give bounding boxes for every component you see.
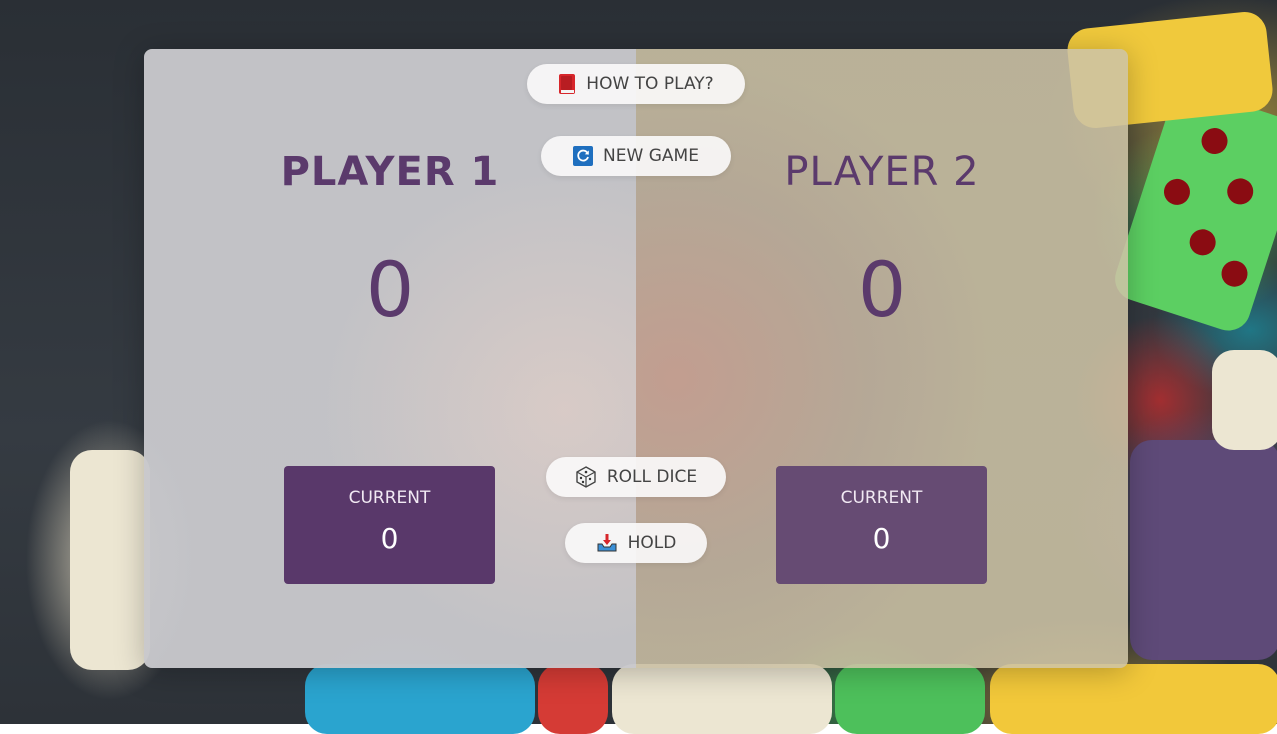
game-board: PLAYER 1 0 CURRENT 0 PLAYER 2 0 CURRENT … — [144, 49, 1128, 668]
new-game-label: NEW GAME — [603, 146, 699, 166]
how-to-play-button[interactable]: HOW TO PLAY? — [527, 64, 745, 104]
background-die-white-left — [70, 450, 150, 670]
player-2-current-label: CURRENT — [840, 488, 923, 508]
player-1-current-box: CURRENT 0 — [284, 466, 495, 584]
background-die-purple — [1130, 440, 1277, 660]
inbox-tray-icon — [596, 533, 618, 553]
dice-icon — [575, 466, 597, 488]
refresh-icon — [573, 146, 594, 166]
player-1-current-label: CURRENT — [348, 488, 431, 508]
hold-label: HOLD — [627, 533, 677, 553]
new-game-button[interactable]: NEW GAME — [541, 136, 731, 176]
player-2-current-box: CURRENT 0 — [776, 466, 987, 584]
background-die-white-right — [1212, 350, 1277, 450]
hold-button[interactable]: HOLD — [565, 523, 707, 563]
roll-dice-label: ROLL DICE — [606, 467, 698, 487]
how-to-play-label: HOW TO PLAY? — [586, 74, 714, 94]
book-icon — [558, 73, 576, 95]
player-1-current-value: 0 — [380, 522, 399, 555]
player-2-current-value: 0 — [872, 522, 891, 555]
roll-dice-button[interactable]: ROLL DICE — [546, 457, 726, 497]
player-1-score: 0 — [365, 245, 415, 334]
player-2-score: 0 — [857, 245, 907, 334]
